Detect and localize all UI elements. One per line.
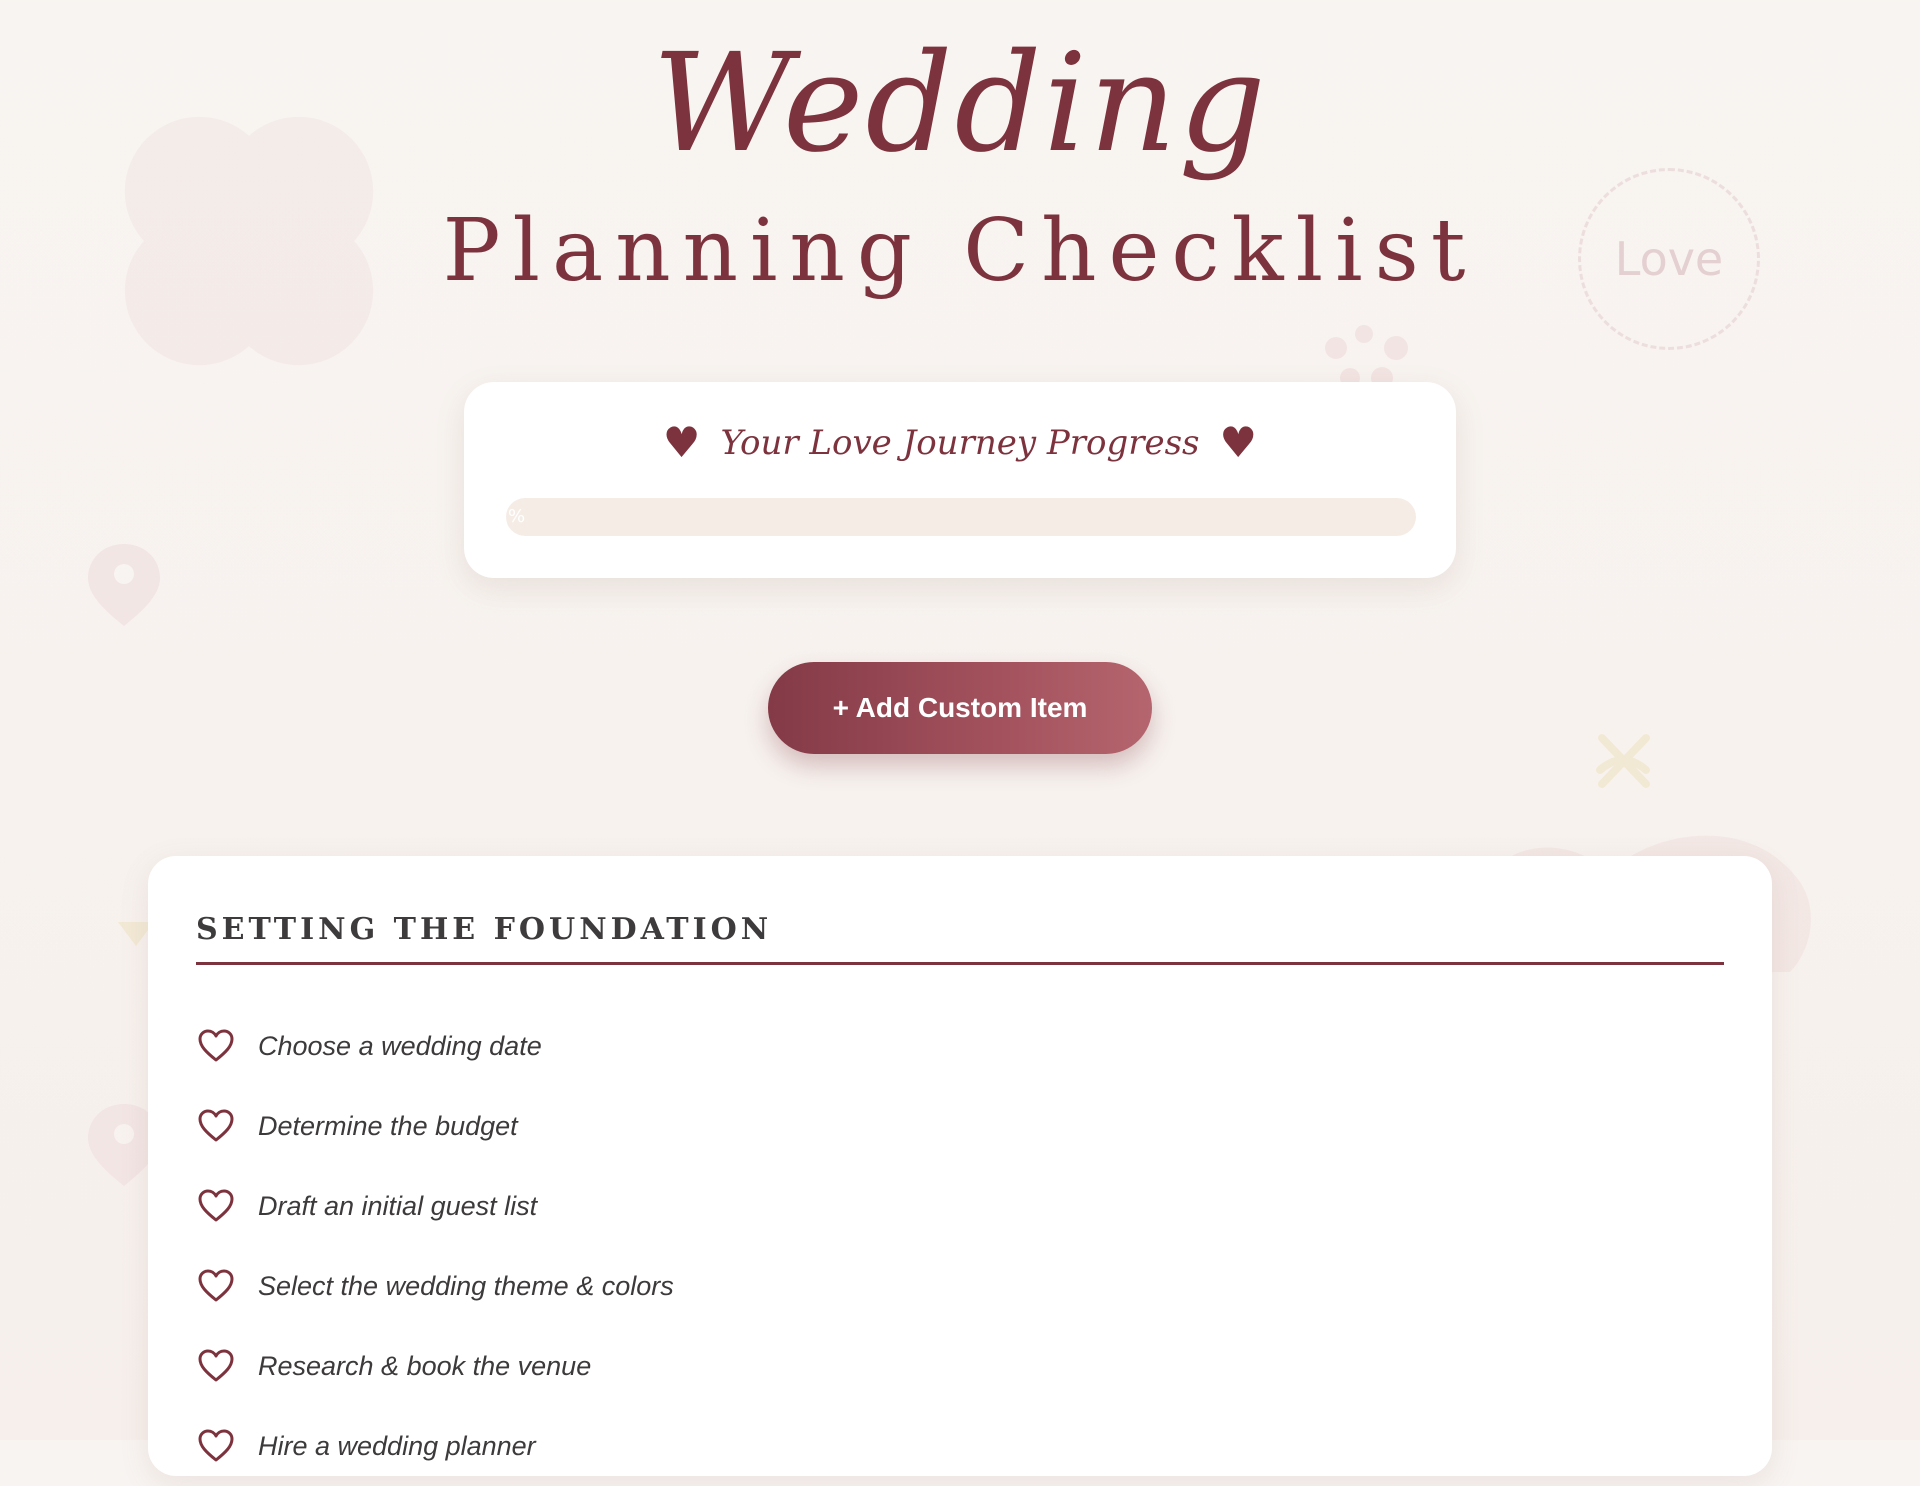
- heart-checkbox-icon[interactable]: [196, 1266, 236, 1306]
- progress-card: ♥ Your Love Journey Progress ♥ %: [464, 382, 1456, 578]
- heart-checkbox-icon[interactable]: [196, 1426, 236, 1466]
- checklist-item-label: Select the wedding theme & colors: [258, 1270, 674, 1301]
- progress-percent-label: %: [508, 506, 526, 527]
- title-script: Wedding: [652, 25, 1268, 183]
- checklist-item-label: Research & book the venue: [258, 1350, 592, 1381]
- section-divider: [196, 962, 1724, 965]
- page-title: Planning Checklist: [442, 201, 1478, 301]
- crossed-rings-decoration-icon: [1596, 734, 1650, 788]
- checklist-item[interactable]: Draft an initial guest list: [196, 1166, 674, 1246]
- checklist-item-label: Determine the budget: [258, 1110, 518, 1141]
- progress-heading: ♥ Your Love Journey Progress ♥: [464, 422, 1456, 464]
- checklist-item[interactable]: Determine the budget: [196, 1086, 674, 1166]
- heart-checkbox-icon[interactable]: [196, 1186, 236, 1226]
- heart-checkbox-icon[interactable]: [196, 1346, 236, 1386]
- add-custom-item-button[interactable]: + Add Custom Item: [768, 662, 1152, 754]
- checklist-item[interactable]: Select the wedding theme & colors: [196, 1246, 674, 1326]
- task-list: Choose a wedding date Determine the budge…: [196, 1006, 674, 1486]
- progress-title: Your Love Journey Progress: [720, 423, 1200, 463]
- heart-icon: ♥: [662, 418, 701, 467]
- location-pin-decoration-icon: [88, 544, 160, 626]
- section-title: SETTING THE FOUNDATION: [196, 912, 773, 947]
- checklist-item-label: Draft an initial guest list: [258, 1190, 538, 1221]
- checklist-item[interactable]: Choose a wedding date: [196, 1006, 674, 1086]
- checklist-item-label: Hire a wedding planner: [258, 1430, 536, 1461]
- heart-icon: ♥: [1219, 418, 1258, 467]
- checklist-section: SETTING THE FOUNDATION Choose a wedding …: [148, 856, 1772, 1476]
- progress-bar: %: [506, 498, 1416, 536]
- checklist-item[interactable]: Research & book the venue: [196, 1326, 674, 1406]
- checklist-item[interactable]: Hire a wedding planner: [196, 1406, 674, 1486]
- heart-checkbox-icon[interactable]: [196, 1026, 236, 1066]
- checklist-item-label: Choose a wedding date: [258, 1030, 542, 1061]
- heart-checkbox-icon[interactable]: [196, 1106, 236, 1146]
